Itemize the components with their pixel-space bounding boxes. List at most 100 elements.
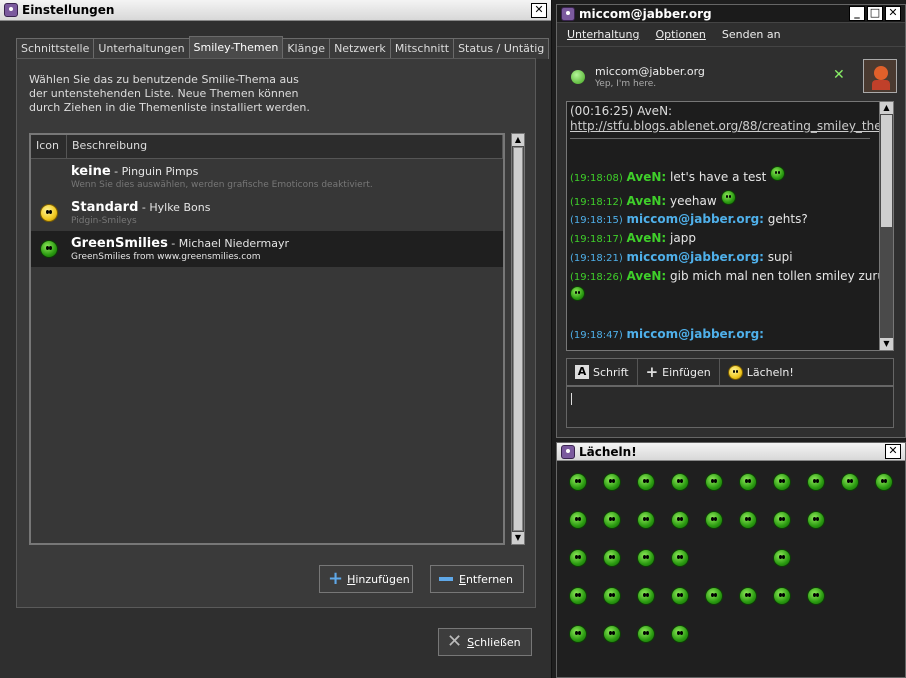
buddy-avatar[interactable] [863,59,897,93]
message-row: (19:18:08) AveN: let's have a test [570,166,786,184]
tab-status-untaetig[interactable]: Status / Untätig [453,38,550,59]
tab-mitschnitt[interactable]: Mitschnitt [389,38,455,59]
menu-optionen[interactable]: Optionen [655,28,705,41]
grin-smiley-icon [720,190,736,205]
message-input[interactable] [566,386,894,428]
picker-smiley-icon[interactable] [603,549,621,567]
picker-smiley-icon[interactable] [569,587,587,605]
picker-smiley-icon[interactable] [569,549,587,567]
add-theme-button[interactable]: + Hinzufügen [319,565,413,593]
picker-smiley-icon[interactable] [705,587,723,605]
close-x-icon: ✕ [447,631,463,652]
settings-title: Einstellungen [22,3,115,17]
theme-list[interactable]: Icon Beschreibung keine - Pinguin Pimps … [29,133,525,545]
picker-smiley-icon[interactable] [637,511,655,529]
picker-smiley-icon[interactable] [773,587,791,605]
picker-smiley-icon[interactable] [671,511,689,529]
picker-smiley-icon[interactable] [739,473,757,491]
message-row: (19:18:12) AveN: yeehaw [570,190,736,208]
picker-smiley-icon[interactable] [705,473,723,491]
message-row: (19:18:47) miccom@jabber.org: [570,327,764,341]
picker-smiley-icon[interactable] [807,511,825,529]
theme-row-standard[interactable]: Standard - Hylke Bons Pidgin-Smileys [31,195,503,231]
picker-smiley-icon[interactable] [705,511,723,529]
green-smiley-icon [770,166,786,181]
scroll-up-arrow-icon[interactable]: ▲ [512,134,524,146]
picker-smiley-icon[interactable] [637,549,655,567]
conversation-log[interactable]: (00:16:25) AveN: http://stfu.blogs.ablen… [566,101,894,351]
remove-theme-button[interactable]: Entfernen [430,565,524,593]
picker-smiley-icon[interactable] [569,511,587,529]
scroll-up-arrow-icon[interactable]: ▲ [880,102,893,114]
theme-row-keine[interactable]: keine - Pinguin Pimps Wenn Sie dies ausw… [31,159,503,195]
close-icon[interactable]: ✕ [885,444,901,459]
picker-smiley-icon[interactable] [603,587,621,605]
scroll-down-arrow-icon[interactable]: ▼ [880,338,893,350]
picker-smiley-icon[interactable] [637,587,655,605]
chat-window: miccom@jabber.org _ □ ✕ Unterhaltung Opt… [556,4,906,438]
insert-label: Einfügen [662,365,711,379]
picker-smiley-icon[interactable] [807,473,825,491]
chat-title: miccom@jabber.org [579,6,712,21]
theme-list-scrollbar[interactable]: ▲ ▼ [511,133,525,545]
tab-schnittstelle[interactable]: Schnittstelle [16,38,95,59]
theme-subtitle: Wenn Sie dies auswählen, werden grafisch… [71,180,373,190]
menu-senden-an[interactable]: Senden an [722,28,781,41]
picker-smiley-icon[interactable] [875,473,893,491]
tab-smiley-themen[interactable]: Smiley-Themen [188,36,284,58]
message-link[interactable]: http://stfu.blogs.ablenet.org/88/creatin… [570,119,893,133]
picker-smiley-icon[interactable] [671,625,689,643]
message-row: (19:18:15) miccom@jabber.org: gehts? [570,212,808,226]
font-label: Schrift [593,365,629,379]
font-button[interactable]: A Schrift [567,359,638,385]
picker-smiley-icon[interactable] [637,473,655,491]
picker-smiley-icon[interactable] [603,625,621,643]
scroll-down-arrow-icon[interactable]: ▼ [512,532,524,544]
picker-smiley-icon[interactable] [637,625,655,643]
picker-smiley-icon[interactable] [739,511,757,529]
smile-button[interactable]: Lächeln! [720,359,802,385]
maximize-icon[interactable]: □ [867,6,883,21]
close-icon[interactable]: ✕ [531,2,547,18]
text-caret [571,393,572,405]
minimize-icon[interactable]: _ [849,6,865,21]
tab-klaenge[interactable]: Klänge [282,38,331,59]
picker-smiley-icon[interactable] [569,473,587,491]
green-smiley-icon [40,240,58,258]
picker-smiley-icon[interactable] [569,625,587,643]
picker-smiley-icon[interactable] [671,549,689,567]
plus-icon: + [328,568,344,589]
picker-smiley-icon[interactable] [603,473,621,491]
settings-window: Einstellungen ✕ Schnittstelle Unterhaltu… [0,0,552,678]
tab-unterhaltungen[interactable]: Unterhaltungen [93,38,190,59]
menu-unterhaltung[interactable]: Unterhaltung [567,28,639,41]
tab-netzwerk[interactable]: Netzwerk [329,38,391,59]
buddy-status: Yep, I'm here. [595,79,657,89]
picker-smiley-icon[interactable] [671,473,689,491]
online-status-icon [571,70,585,84]
picker-smiley-icon[interactable] [841,473,859,491]
picker-title: Lächeln! [579,444,637,459]
picker-smiley-icon[interactable] [603,511,621,529]
column-icon[interactable]: Icon [31,135,67,158]
smiley-picker-window: Lächeln! ✕ [556,442,906,678]
scroll-thumb[interactable] [881,115,892,227]
first-message-prefix: (00:16:25) AveN: [570,104,673,118]
picker-smiley-icon[interactable] [773,473,791,491]
settings-tabs: Schnittstelle Unterhaltungen Smiley-Them… [16,36,550,59]
picker-smiley-icon[interactable] [773,511,791,529]
theme-row-greensmilies[interactable]: GreenSmilies - Michael Niedermayr GreenS… [31,231,503,267]
picker-smiley-icon[interactable] [671,587,689,605]
scroll-thumb[interactable] [513,147,523,531]
picker-smiley-icon[interactable] [773,549,791,567]
theme-author: - Hylke Bons [138,201,211,214]
column-description[interactable]: Beschreibung [67,135,503,158]
add-label: inzufügen [355,572,410,586]
picker-smiley-icon[interactable] [807,587,825,605]
close-icon[interactable]: ✕ [885,6,901,21]
log-scrollbar[interactable]: ▲ ▼ [879,102,893,350]
insert-button[interactable]: + Einfügen [638,359,720,385]
close-button[interactable]: ✕ Schließen [438,628,532,656]
green-smiley-icon [570,286,585,301]
picker-smiley-icon[interactable] [739,587,757,605]
